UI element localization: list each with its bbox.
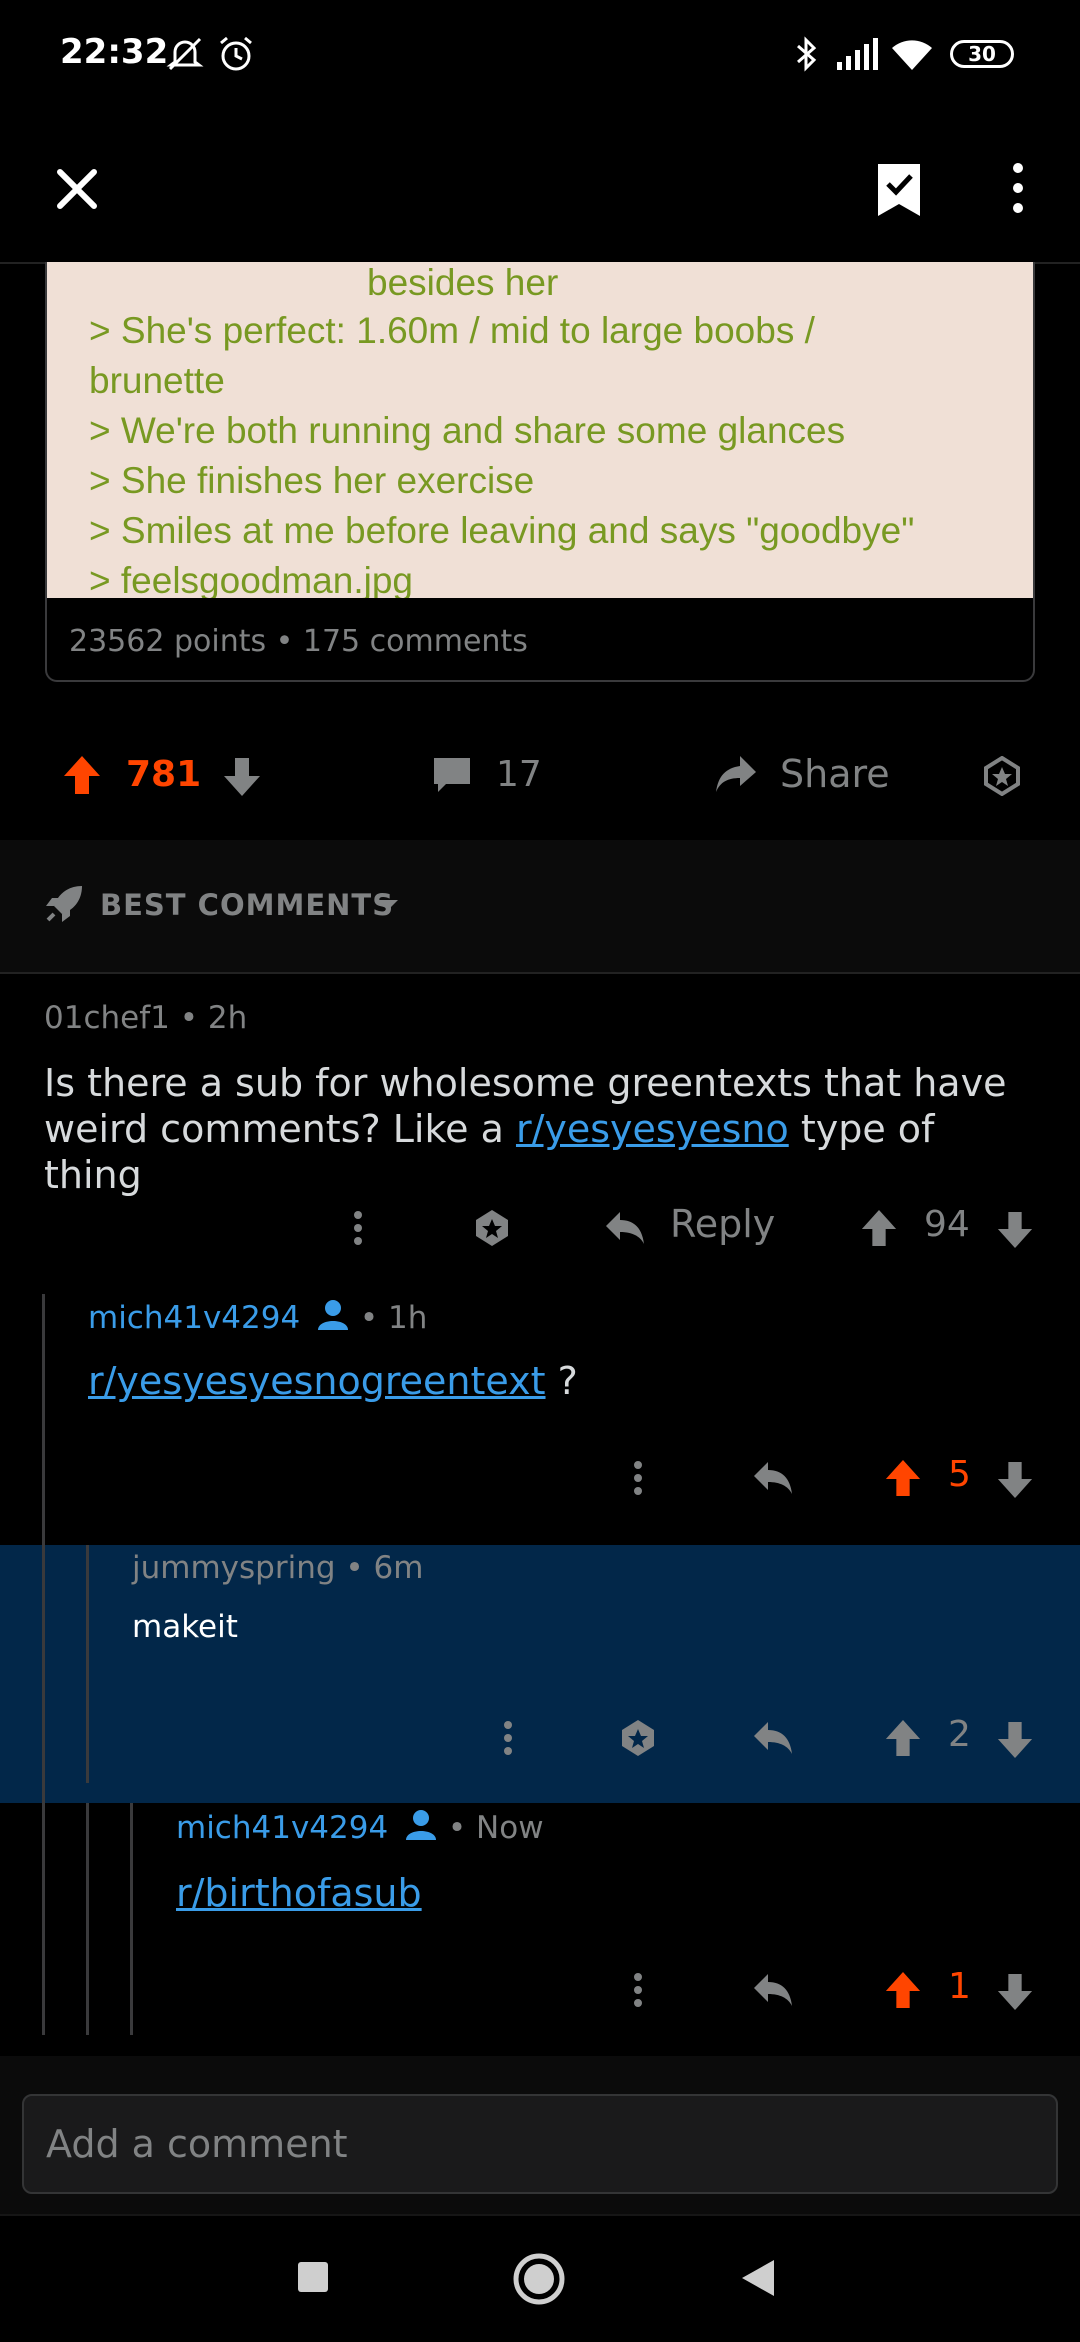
more-options-icon[interactable] <box>1010 160 1026 216</box>
comment-count[interactable]: 17 <box>496 754 542 795</box>
upvote-icon[interactable] <box>884 1458 922 1498</box>
post-vote-count: 781 <box>126 754 202 795</box>
greentext-line: besides her <box>367 262 559 303</box>
share-button[interactable]: Share <box>780 752 890 796</box>
reply-icon[interactable] <box>752 1720 794 1756</box>
award-icon[interactable] <box>472 1208 512 1248</box>
award-icon[interactable] <box>982 756 1022 796</box>
post-image[interactable]: besides her > She's perfect: 1.60m / mid… <box>47 262 1033 598</box>
battery-indicator: 30 <box>950 40 1014 68</box>
thread-line <box>86 1803 89 2035</box>
signal-icon <box>835 38 879 70</box>
thread-line <box>86 1545 89 1783</box>
greentext-line: > Smiles at me before leaving and says "… <box>89 510 915 551</box>
upvote-icon[interactable] <box>884 1718 922 1758</box>
comment-meta: mich41v4294 • 1h <box>88 1298 427 1336</box>
comment-time: • Now <box>447 1810 544 1846</box>
comment-body: Is there a sub for wholesome greentexts … <box>44 1060 1034 1198</box>
post-stats: 23562 points • 175 comments <box>69 624 528 659</box>
upvote-icon[interactable] <box>884 1970 922 2010</box>
comment-author[interactable]: jummyspring <box>132 1550 336 1586</box>
comment-more-icon[interactable] <box>352 1210 364 1246</box>
thread-line <box>42 1803 45 2035</box>
comment-bubble-icon[interactable] <box>432 756 472 796</box>
recents-icon[interactable] <box>296 2260 330 2294</box>
comment-body: r/yesyesyesnogreentext ? <box>88 1358 578 1404</box>
reply-icon[interactable] <box>752 1460 794 1496</box>
person-icon <box>404 1808 438 1842</box>
comment-score: 94 <box>924 1204 970 1245</box>
reply-icon[interactable] <box>752 1972 794 2008</box>
system-nav-bar <box>0 2214 1080 2342</box>
status-time: 22:32 <box>60 32 169 72</box>
upvote-icon[interactable] <box>860 1208 898 1248</box>
save-bookmark-icon[interactable] <box>874 160 924 220</box>
wifi-icon <box>890 36 934 72</box>
comment-more-icon[interactable] <box>632 1972 644 2008</box>
home-icon[interactable] <box>512 2252 566 2306</box>
sort-label[interactable]: BEST COMMENTS <box>100 888 394 922</box>
downvote-icon[interactable] <box>996 1720 1034 1760</box>
downvote-icon[interactable] <box>996 1210 1034 1250</box>
greentext-line: > feelsgoodman.jpg <box>89 560 413 598</box>
comment-more-icon[interactable] <box>502 1720 514 1756</box>
add-comment-input[interactable]: Add a comment <box>22 2094 1058 2194</box>
upvote-icon[interactable] <box>62 754 102 796</box>
downvote-icon[interactable] <box>996 1972 1034 2012</box>
chevron-down-icon[interactable] <box>376 898 400 912</box>
comment-text: ? <box>545 1359 578 1403</box>
comment-body: r/birthofasub <box>176 1870 422 1916</box>
comment-author[interactable]: 01chef1 <box>44 1000 170 1036</box>
comment-meta: jummyspring • 6m <box>132 1550 423 1586</box>
rocket-icon <box>44 884 84 924</box>
comment-score: 2 <box>948 1714 971 1755</box>
app-bar <box>0 130 1080 264</box>
bluetooth-icon <box>795 36 819 72</box>
post-card[interactable]: besides her > She's perfect: 1.60m / mid… <box>45 262 1035 682</box>
comment-time: • 6m <box>345 1550 424 1586</box>
close-icon[interactable] <box>52 164 102 214</box>
greentext-line: brunette <box>89 360 225 401</box>
comment-body: makeit <box>132 1609 238 1645</box>
thread-line <box>42 1545 45 1803</box>
comment-author[interactable]: mich41v4294 <box>88 1300 300 1336</box>
comment-more-icon[interactable] <box>632 1460 644 1496</box>
comment-sort-bar[interactable]: BEST COMMENTS <box>0 840 1080 974</box>
comment-meta: 01chef1 • 2h <box>44 1000 247 1036</box>
share-icon[interactable] <box>714 754 758 794</box>
downvote-icon[interactable] <box>222 756 262 798</box>
back-icon[interactable] <box>740 2258 776 2298</box>
greentext-line: > She finishes her exercise <box>89 460 535 501</box>
reply-icon[interactable] <box>604 1210 646 1246</box>
comment-score: 1 <box>948 1966 971 2007</box>
greentext-line: > We're both running and share some glan… <box>89 410 846 451</box>
subreddit-link[interactable]: r/yesyesyesno <box>516 1107 789 1151</box>
reply-button[interactable]: Reply <box>670 1202 775 1246</box>
thread-line <box>130 1803 133 2035</box>
greentext-line: > She's perfect: 1.60m / mid to large bo… <box>89 310 815 351</box>
comment-author[interactable]: mich41v4294 <box>176 1810 388 1846</box>
subreddit-link[interactable]: r/yesyesyesnogreentext <box>88 1359 546 1403</box>
comment-score: 5 <box>948 1454 971 1495</box>
status-bar: 22:32 30 <box>0 0 1080 110</box>
award-icon[interactable] <box>618 1718 658 1758</box>
comment-meta: mich41v4294 • Now <box>176 1808 544 1846</box>
post-action-row: 781 17 Share <box>0 720 1080 830</box>
muted-bell-icon <box>165 34 205 74</box>
comment-time: • 1h <box>359 1300 428 1336</box>
alarm-icon <box>216 34 256 74</box>
downvote-icon[interactable] <box>996 1460 1034 1500</box>
subreddit-link[interactable]: r/birthofasub <box>176 1871 422 1915</box>
person-icon <box>316 1298 350 1332</box>
comment-time: • 2h <box>179 1000 248 1036</box>
